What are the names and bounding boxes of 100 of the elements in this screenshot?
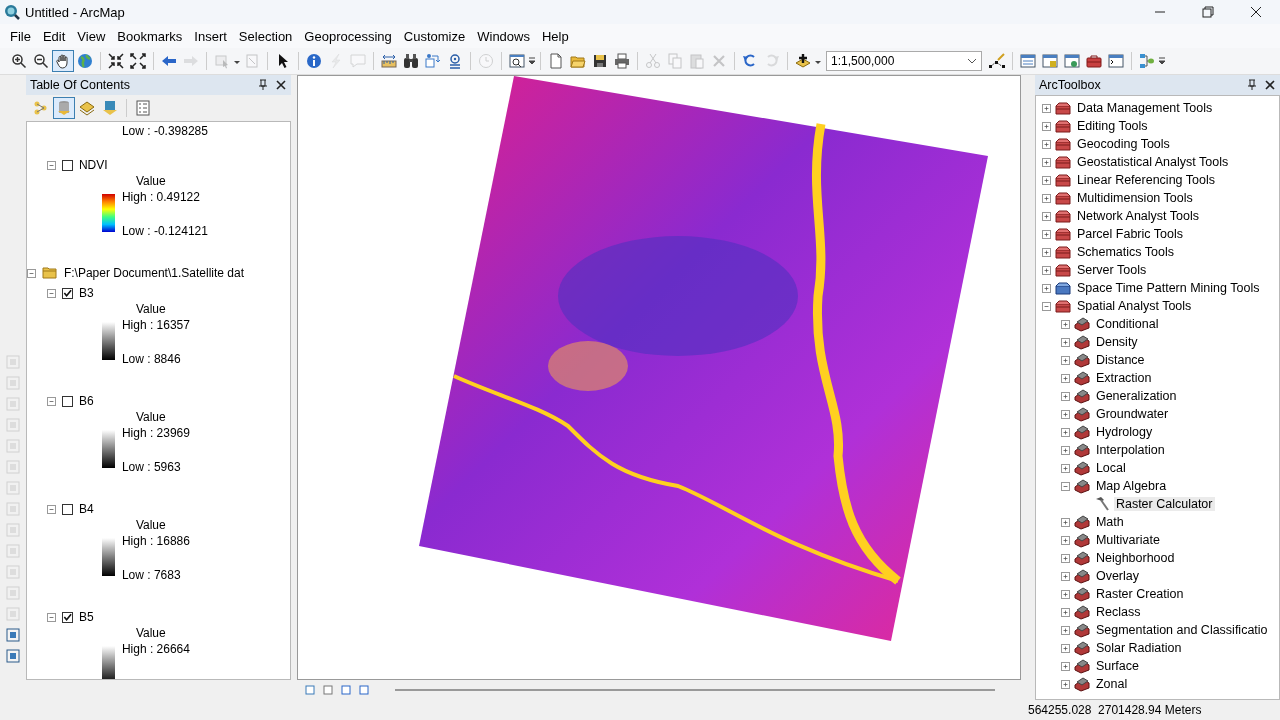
- expand-button[interactable]: [1041, 211, 1051, 221]
- menu-item[interactable]: Insert: [188, 26, 233, 46]
- expand-button[interactable]: [1041, 175, 1051, 185]
- expand-button[interactable]: [1060, 463, 1070, 473]
- close-button[interactable]: [1264, 78, 1276, 92]
- toolbox-item[interactable]: Hydrology: [1093, 425, 1155, 439]
- toolbox-item[interactable]: Extraction: [1093, 371, 1154, 385]
- toolbox-item[interactable]: Data Management Tools: [1074, 101, 1215, 115]
- expand-button[interactable]: [1060, 517, 1070, 527]
- check-icon: [62, 612, 72, 622]
- toolbox-item[interactable]: Local: [1093, 461, 1128, 475]
- data-view-button[interactable]: [302, 683, 317, 697]
- collapse-button[interactable]: [46, 612, 56, 622]
- toolbox-item[interactable]: Parcel Fabric Tools: [1074, 227, 1185, 241]
- collapse-button[interactable]: [26, 268, 36, 278]
- toolbox-item[interactable]: Density: [1093, 335, 1140, 349]
- toolbox-item[interactable]: Overlay: [1093, 569, 1141, 583]
- toolbox-item[interactable]: Generalization: [1093, 389, 1179, 403]
- layer-checkbox[interactable]: [61, 287, 73, 299]
- toolbox-item[interactable]: Solar Radiation: [1093, 641, 1184, 655]
- expand-button[interactable]: [1060, 607, 1070, 617]
- toolbox-item[interactable]: Editing Tools: [1074, 119, 1150, 133]
- layer-checkbox[interactable]: [61, 395, 73, 407]
- expand-button[interactable]: [1060, 319, 1070, 329]
- toolbox-item[interactable]: Neighborhood: [1093, 551, 1177, 565]
- toolbox-item[interactable]: Spatial Analyst Tools: [1074, 299, 1194, 313]
- expand-button[interactable]: [1041, 229, 1051, 239]
- expand-button[interactable]: [1060, 571, 1070, 581]
- collapse-button[interactable]: [1060, 481, 1070, 491]
- expand-button[interactable]: [1041, 283, 1051, 293]
- menu-item[interactable]: File: [4, 26, 37, 46]
- expand-button[interactable]: [1060, 661, 1070, 671]
- pin-button[interactable]: [256, 78, 269, 92]
- toolbox-item[interactable]: Interpolation: [1093, 443, 1167, 457]
- toolbox-item[interactable]: Raster Creation: [1093, 587, 1186, 601]
- hand-button[interactable]: [52, 50, 74, 72]
- expand-button[interactable]: [1041, 265, 1051, 275]
- arrows-out-button[interactable]: [127, 50, 149, 72]
- expand-button[interactable]: [1060, 679, 1070, 689]
- expand-button[interactable]: [1060, 427, 1070, 437]
- toolbox-item[interactable]: Multivariate: [1093, 533, 1162, 547]
- menu-item[interactable]: Windows: [471, 26, 536, 46]
- toolbox-item[interactable]: Groundwater: [1093, 407, 1171, 421]
- menu-item[interactable]: Help: [535, 26, 575, 46]
- layer-checkbox[interactable]: [61, 159, 73, 171]
- pin-button[interactable]: [1246, 78, 1258, 92]
- menu-item[interactable]: Bookmarks: [111, 26, 189, 46]
- legend-field: Value: [121, 410, 290, 426]
- expand-button[interactable]: [1041, 247, 1051, 257]
- expand-button[interactable]: [1060, 409, 1070, 419]
- toolbox-item[interactable]: Schematics Tools: [1074, 245, 1176, 259]
- toolbox-item[interactable]: Space Time Pattern Mining Tools: [1074, 281, 1262, 295]
- toolbox-item[interactable]: Math: [1093, 515, 1126, 529]
- menu-item[interactable]: Selection: [232, 26, 299, 46]
- toolbox-item[interactable]: Geostatistical Analyst Tools: [1074, 155, 1231, 169]
- menu-item[interactable]: Customize: [397, 26, 472, 46]
- expand-button[interactable]: [1060, 355, 1070, 365]
- toolbox-item[interactable]: Geocoding Tools: [1074, 137, 1172, 151]
- expand-button[interactable]: [1041, 139, 1051, 149]
- expand-button[interactable]: [1041, 121, 1051, 131]
- toolset-icon: [1073, 424, 1090, 440]
- expand-button[interactable]: [1060, 337, 1070, 347]
- expand-button[interactable]: [1041, 157, 1051, 167]
- collapse-button[interactable]: [46, 160, 56, 170]
- collapse-button[interactable]: [46, 504, 56, 514]
- toolbox-item[interactable]: Surface: [1093, 659, 1141, 673]
- expand-button[interactable]: [1060, 445, 1070, 455]
- layer-checkbox[interactable]: [61, 503, 73, 515]
- toolbox-item[interactable]: Linear Referencing Tools: [1074, 173, 1217, 187]
- expand-button[interactable]: [1060, 589, 1070, 599]
- close-button[interactable]: [274, 78, 287, 92]
- menu-item[interactable]: Geoprocessing: [298, 26, 398, 46]
- expand-button[interactable]: [1060, 625, 1070, 635]
- toolbox-item[interactable]: Reclass: [1093, 605, 1143, 619]
- toolbox-item[interactable]: Multidimension Tools: [1074, 191, 1195, 205]
- toolbox-item[interactable]: Network Analyst Tools: [1074, 209, 1201, 223]
- expand-button[interactable]: [1060, 535, 1070, 545]
- toolbox-item[interactable]: Conditional: [1093, 317, 1161, 331]
- tool-item[interactable]: Raster Calculator: [1113, 497, 1215, 511]
- expand-button[interactable]: [1060, 391, 1070, 401]
- expand-button[interactable]: [1041, 103, 1051, 113]
- collapse-button[interactable]: [46, 288, 56, 298]
- horizontal-scrollbar[interactable]: [394, 689, 995, 691]
- collapse-button[interactable]: [1041, 301, 1051, 311]
- scale-dropdown[interactable]: 1:1,500,000: [826, 51, 982, 71]
- expand-button[interactable]: [1041, 193, 1051, 203]
- toolbox-item[interactable]: Segmentation and Classificatio: [1093, 623, 1270, 637]
- list-by-source-button[interactable]: [52, 97, 75, 119]
- layer-checkbox[interactable]: [61, 611, 73, 623]
- expand-button[interactable]: [1060, 643, 1070, 653]
- collapse-button[interactable]: [46, 396, 56, 406]
- toolbox-item[interactable]: Map Algebra: [1093, 479, 1169, 493]
- expand-button[interactable]: [1060, 553, 1070, 563]
- toolbox-item[interactable]: Server Tools: [1074, 263, 1149, 277]
- toolbox-item[interactable]: Distance: [1093, 353, 1147, 367]
- table-window-icon: [1020, 53, 1036, 69]
- menu-item[interactable]: View: [71, 26, 112, 46]
- toolbox-item[interactable]: Zonal: [1093, 677, 1130, 691]
- expand-button[interactable]: [1060, 373, 1070, 383]
- menu-item[interactable]: Edit: [36, 26, 72, 46]
